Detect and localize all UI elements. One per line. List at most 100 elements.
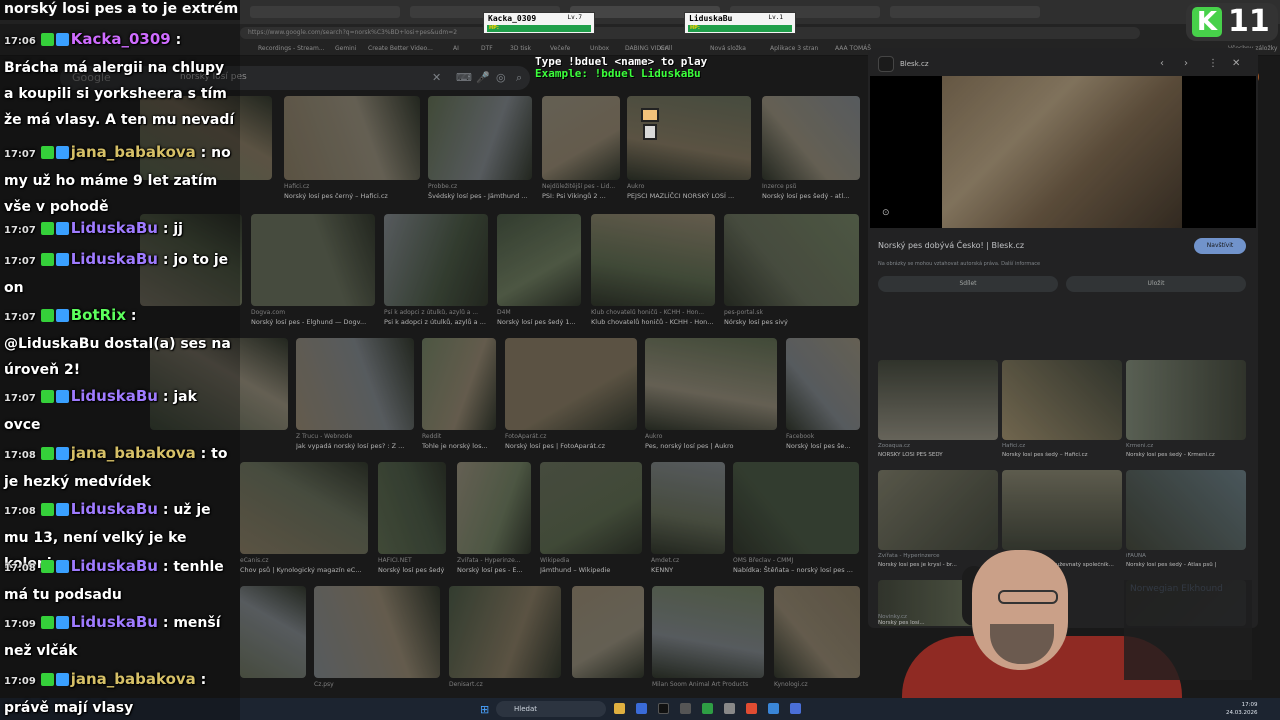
result-caption[interactable]: Norský losí pes še... bbox=[786, 442, 860, 450]
image-result[interactable] bbox=[240, 586, 306, 700]
image-result[interactable]: Cz.psy bbox=[314, 586, 440, 700]
related-thumbnail[interactable] bbox=[878, 360, 998, 440]
image-result[interactable]: Nejdůležitější pes - Lid... PSI: Psi Viki… bbox=[542, 96, 620, 202]
related-caption[interactable]: Norský losí pes šedý – Hafici.cz bbox=[1002, 452, 1127, 458]
related-thumbnail[interactable] bbox=[878, 470, 998, 550]
clear-icon[interactable]: ✕ bbox=[432, 71, 441, 84]
result-caption[interactable]: Jämthund – Wikipedie bbox=[540, 566, 642, 574]
visit-button[interactable]: Navštívit bbox=[1194, 238, 1246, 254]
panel-site-name[interactable]: Blesk.cz bbox=[900, 60, 929, 68]
result-caption[interactable]: Norský losí pes | FotoAparát.cz bbox=[505, 442, 637, 450]
image-result[interactable]: Reddit Tohle je norský los... bbox=[422, 338, 496, 452]
image-result[interactable]: Facebook Norský losí pes še... bbox=[786, 338, 860, 452]
prev-icon[interactable]: ‹ bbox=[1160, 58, 1164, 69]
image-result[interactable]: D4M Norský losí pes šedý 1... bbox=[497, 214, 581, 328]
chat-username[interactable]: BotRix bbox=[71, 306, 126, 324]
result-source[interactable]: Dogva.com bbox=[251, 309, 375, 316]
result-source[interactable]: Kynologi.cz bbox=[774, 681, 860, 688]
image-result[interactable]: Milan Šoom Animal Art Products bbox=[652, 586, 764, 700]
bookmark[interactable]: Nová složka bbox=[710, 45, 746, 52]
close-icon[interactable]: ✕ bbox=[1232, 58, 1240, 69]
result-thumbnail[interactable] bbox=[314, 586, 440, 678]
chat-username[interactable]: LiduskaBu bbox=[71, 557, 158, 575]
result-thumbnail[interactable] bbox=[240, 462, 368, 554]
result-source[interactable]: Hafici.cz bbox=[284, 183, 420, 190]
result-source[interactable]: Aukro bbox=[627, 183, 751, 190]
result-thumbnail[interactable] bbox=[497, 214, 581, 306]
result-thumbnail[interactable] bbox=[724, 214, 859, 306]
search-icon[interactable]: ⌕ bbox=[516, 71, 522, 85]
image-result[interactable]: OMS Břeclav - ČMMJ Nabídka: Štěňata – nor… bbox=[733, 462, 859, 576]
result-source[interactable]: OMS Břeclav - ČMMJ bbox=[733, 557, 859, 564]
image-result[interactable]: Aukro Pes, norský losí pes | Aukro bbox=[645, 338, 777, 452]
result-source[interactable]: Reddit bbox=[422, 433, 496, 440]
image-result[interactable]: Psí k adopci z útulků, azylů a ... Psi k … bbox=[384, 214, 488, 328]
result-source[interactable]: Probbe.cz bbox=[428, 183, 532, 190]
result-thumbnail[interactable] bbox=[240, 586, 306, 678]
result-source[interactable]: eCanis.cz bbox=[240, 557, 368, 564]
bookmark[interactable]: AAA TOMÁŠ bbox=[835, 45, 871, 52]
bookmark[interactable]: Unbox bbox=[590, 45, 609, 52]
image-result[interactable]: HAFICI.NET Norský losí pes šedý bbox=[378, 462, 446, 576]
image-result[interactable]: Wikipedia Jämthund – Wikipedie bbox=[540, 462, 642, 576]
related-thumbnail[interactable] bbox=[1126, 470, 1246, 550]
image-result[interactable]: Probbe.cz Švédský losí pes - Jämthund ... bbox=[428, 96, 532, 202]
keyboard-icon[interactable]: ⌨ bbox=[456, 71, 472, 84]
image-result[interactable]: Inzerce psů Norský losí pes šedý - atl... bbox=[762, 96, 860, 202]
result-source[interactable]: Z Trucu - Webnode bbox=[296, 433, 414, 440]
result-thumbnail[interactable] bbox=[449, 586, 561, 678]
result-source[interactable]: Cz.psy bbox=[314, 681, 440, 688]
chat-username[interactable]: LiduskaBu bbox=[71, 613, 158, 631]
next-icon[interactable]: › bbox=[1184, 58, 1188, 69]
result-thumbnail[interactable] bbox=[572, 586, 644, 678]
result-thumbnail[interactable] bbox=[591, 214, 715, 306]
result-thumbnail[interactable] bbox=[540, 462, 642, 554]
image-result[interactable]: Denisart.cz bbox=[449, 586, 561, 700]
result-thumbnail[interactable] bbox=[284, 96, 420, 180]
more-icon[interactable]: ⋮ bbox=[1208, 58, 1218, 69]
bookmark[interactable]: DTF bbox=[481, 45, 493, 52]
bluetooth-icon[interactable] bbox=[790, 703, 801, 714]
lens-icon[interactable]: ⊙ bbox=[882, 208, 890, 218]
related-source[interactable]: Krmeni.cz bbox=[1126, 443, 1153, 449]
result-thumbnail[interactable] bbox=[296, 338, 414, 430]
result-thumbnail[interactable] bbox=[457, 462, 531, 554]
bookmark[interactable]: AI bbox=[453, 45, 459, 52]
result-caption[interactable]: Jak vypadá norský losí pes? : Z ... bbox=[296, 442, 414, 450]
chrome-icon[interactable] bbox=[746, 703, 757, 714]
result-caption[interactable]: Norský losí pes - E... bbox=[457, 566, 531, 574]
windows-start-icon[interactable]: ⊞ bbox=[480, 703, 489, 716]
result-source[interactable]: Wikipedia bbox=[540, 557, 642, 564]
result-thumbnail[interactable] bbox=[774, 586, 860, 678]
lens-icon[interactable]: ◎ bbox=[496, 71, 506, 84]
result-source[interactable]: Aukro bbox=[645, 433, 777, 440]
result-thumbnail[interactable] bbox=[384, 214, 488, 306]
image-result[interactable]: eCanis.cz Chov psů | Kynologický magazín … bbox=[240, 462, 368, 576]
taskbar-search[interactable]: Hledat bbox=[496, 701, 606, 717]
chat-username[interactable]: Kacka_0309 bbox=[71, 30, 171, 48]
result-caption[interactable]: Norský losí pes šedý - atl... bbox=[762, 192, 860, 200]
image-result[interactable]: Hafici.cz Norský losí pes černý – Hafici.… bbox=[284, 96, 420, 202]
result-caption[interactable]: PEJSCI MAZLÍČCI NORSKÝ LOSÍ ... bbox=[627, 192, 751, 200]
browser-tab[interactable] bbox=[250, 6, 400, 18]
bookmark[interactable]: Create Better Video... bbox=[368, 45, 433, 52]
result-source[interactable]: Zvířata - Hyperinze... bbox=[457, 557, 531, 564]
preview-title[interactable]: Norský pes dobývá Česko! | Blesk.cz bbox=[878, 241, 1024, 250]
result-thumbnail[interactable] bbox=[762, 96, 860, 180]
image-result[interactable] bbox=[572, 586, 644, 700]
bookmark[interactable]: Večeře bbox=[550, 45, 570, 52]
image-result[interactable]: Z Trucu - Webnode Jak vypadá norský losí … bbox=[296, 338, 414, 452]
app-icon[interactable] bbox=[680, 703, 691, 714]
result-source[interactable]: Facebook bbox=[786, 433, 860, 440]
chat-username[interactable]: jana_babakova bbox=[71, 143, 196, 161]
image-result[interactable]: Amdet.cz KENNY bbox=[651, 462, 725, 576]
app-icon[interactable] bbox=[724, 703, 735, 714]
bookmark[interactable]: Recordings - Stream... bbox=[258, 45, 325, 52]
related-caption[interactable]: Norský losí pes šedý - Krmeni.cz bbox=[1126, 452, 1251, 458]
result-source[interactable]: D4M bbox=[497, 309, 581, 316]
result-caption[interactable]: Nabídka: Štěňata – norský losí pes ... bbox=[733, 566, 859, 574]
related-caption[interactable]: NORSKÝ LOSÍ PES ŠEDÝ bbox=[878, 452, 1003, 458]
image-result[interactable]: pes-portal.sk Nórsky losí pes sivý bbox=[724, 214, 859, 328]
image-result[interactable]: Zvířata - Hyperinze... Norský losí pes - … bbox=[457, 462, 531, 576]
result-caption[interactable]: Tohle je norský los... bbox=[422, 442, 496, 450]
